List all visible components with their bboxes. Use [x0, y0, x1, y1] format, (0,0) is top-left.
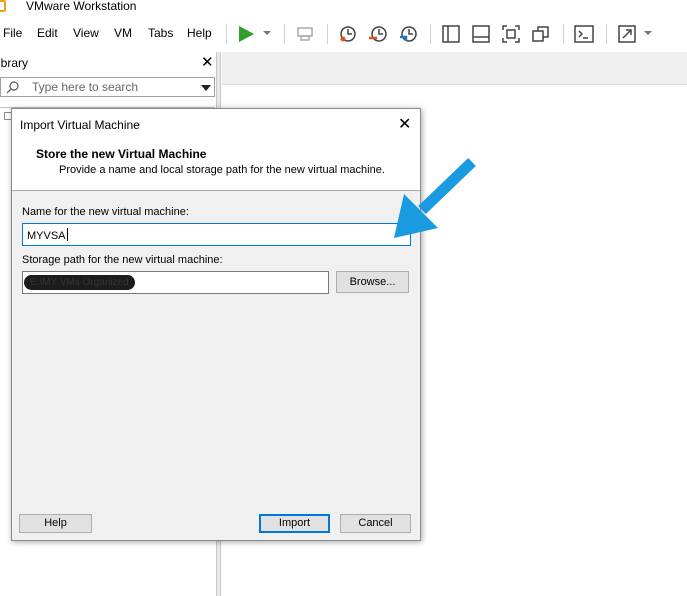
menu-help[interactable]: Help	[187, 26, 212, 40]
storage-path-label: Storage path for the new virtual machine…	[22, 254, 223, 266]
menu-edit[interactable]: Edit	[37, 26, 58, 40]
storage-path-field[interactable]: E:\MY VMs Organized	[22, 271, 329, 294]
window-titlebar: VMware Workstation	[0, 0, 687, 16]
browse-button[interactable]: Browse...	[336, 271, 409, 293]
dialog-title: Import Virtual Machine	[20, 118, 140, 132]
dialog-header-panel: Store the new Virtual Machine Provide a …	[12, 139, 420, 191]
toolbar-separator	[284, 24, 285, 44]
snapshot-icon[interactable]	[338, 24, 358, 44]
cancel-button[interactable]: Cancel	[340, 514, 411, 533]
toolbar-separator	[606, 24, 607, 44]
library-header: ibrary ✕	[0, 52, 217, 74]
library-title: ibrary	[0, 56, 29, 70]
annotation-arrow-icon	[394, 158, 476, 238]
toolbar-separator	[563, 24, 564, 44]
revert-snapshot-icon[interactable]	[368, 24, 388, 44]
menubar: File Edit View VM Tabs Help	[0, 18, 687, 50]
help-button[interactable]: Help	[19, 514, 92, 533]
toolbar-separator	[226, 24, 227, 44]
menu-tabs[interactable]: Tabs	[148, 26, 173, 40]
unity-icon[interactable]	[531, 24, 551, 44]
library-close-icon[interactable]: ✕	[201, 53, 214, 71]
library-view-icon[interactable]	[441, 24, 461, 44]
dialog-titlebar: Import Virtual Machine ✕	[12, 109, 420, 139]
stretch-dropdown-icon[interactable]	[644, 31, 652, 35]
menu-file[interactable]: File	[3, 26, 22, 40]
storage-path-value: E:\MY VMs Organized	[24, 275, 135, 290]
play-dropdown-icon[interactable]	[263, 31, 271, 35]
send-keys-icon[interactable]	[295, 24, 315, 44]
thumbnail-bar-icon[interactable]	[471, 24, 491, 44]
dialog-heading: Store the new Virtual Machine	[36, 147, 207, 161]
toolbar-separator	[327, 24, 328, 44]
window-title: VMware Workstation	[26, 0, 137, 13]
stretch-icon[interactable]	[617, 24, 637, 44]
import-vm-dialog: Import Virtual Machine ✕ Store the new V…	[11, 108, 421, 541]
snapshot-manager-icon[interactable]	[398, 24, 418, 44]
library-search-placeholder: Type here to search	[32, 80, 139, 94]
menu-view[interactable]: View	[73, 26, 99, 40]
main-tab-strip	[222, 52, 687, 85]
dialog-close-icon[interactable]: ✕	[398, 114, 411, 134]
vm-name-field[interactable]: MYVSA	[22, 223, 411, 246]
search-dropdown-icon[interactable]	[201, 85, 211, 91]
import-button[interactable]: Import	[259, 514, 330, 533]
vmware-logo-icon	[0, 0, 6, 12]
menu-vm[interactable]: VM	[114, 26, 132, 40]
dialog-subheading: Provide a name and local storage path fo…	[59, 164, 385, 176]
console-icon[interactable]	[574, 24, 594, 44]
fullscreen-icon[interactable]	[501, 24, 521, 44]
search-icon	[6, 81, 19, 94]
library-search-input[interactable]: Type here to search	[0, 77, 215, 97]
play-icon[interactable]	[236, 24, 256, 44]
vm-name-label: Name for the new virtual machine:	[22, 206, 189, 218]
text-caret	[66, 228, 68, 241]
vm-name-value: MYVSA	[27, 230, 66, 242]
toolbar-separator	[430, 24, 431, 44]
